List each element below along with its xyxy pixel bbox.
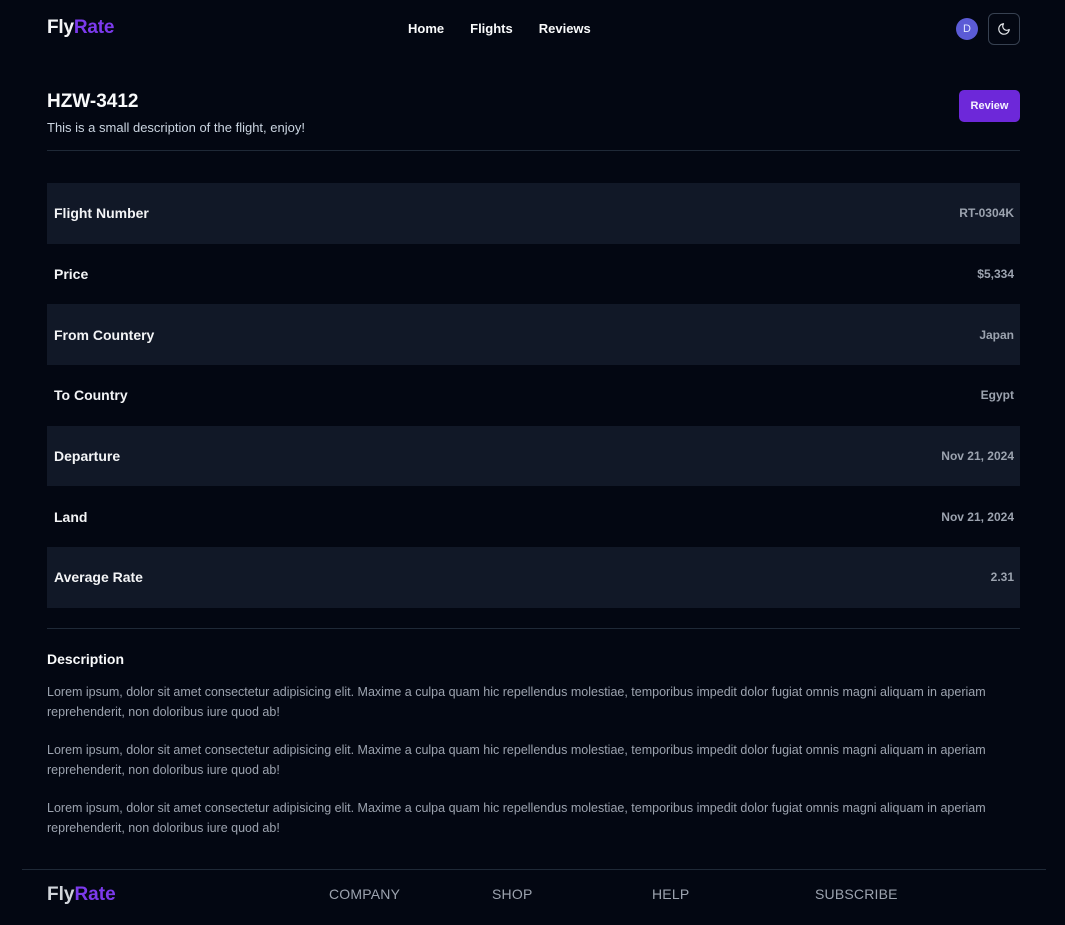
flight-details-table: Flight Number RT-0304K Price $5,334 From… — [47, 183, 1020, 608]
detail-value: Egypt — [980, 388, 1014, 403]
detail-label: Departure — [54, 448, 121, 465]
detail-row-flight-number: Flight Number RT-0304K — [47, 183, 1020, 244]
detail-value: $5,334 — [977, 267, 1014, 282]
flight-title: HZW-3412 — [47, 91, 139, 112]
footer-shop-link[interactable]: SHOP — [492, 886, 532, 902]
description-paragraph: Lorem ipsum, dolor sit amet consectetur … — [47, 743, 986, 777]
detail-label: To Country — [54, 387, 128, 404]
detail-label: Land — [54, 508, 88, 525]
details-divider — [47, 628, 1020, 629]
logo-fly: Fly — [47, 17, 74, 38]
footer-logo-fly: Fly — [47, 884, 75, 905]
detail-value: Nov 21, 2024 — [941, 509, 1014, 524]
detail-value: Nov 21, 2024 — [941, 449, 1014, 464]
detail-row-to-country: To Country Egypt — [47, 365, 1020, 426]
detail-label: Price — [54, 266, 89, 283]
detail-row-average-rate: Average Rate 2.31 — [47, 547, 1020, 608]
detail-label: From Countery — [54, 326, 155, 343]
description-heading: Description — [47, 651, 125, 667]
description-paragraph: Lorem ipsum, dolor sit amet consectetur … — [47, 801, 986, 835]
footer-logo[interactable]: FlyRate — [47, 884, 116, 906]
detail-label: Flight Number — [54, 205, 149, 222]
footer-help-link[interactable]: HELP — [652, 886, 689, 902]
nav-reviews-link[interactable]: Reviews — [539, 21, 591, 36]
title-divider — [47, 150, 1020, 151]
detail-row-from-country: From Countery Japan — [47, 304, 1020, 366]
footer-subscribe-link[interactable]: SUBSCRIBE — [815, 886, 898, 902]
footer-logo-rate: Rate — [74, 884, 116, 905]
theme-toggle-button[interactable] — [988, 13, 1020, 45]
user-avatar[interactable]: D — [956, 18, 978, 40]
footer-divider — [22, 869, 1046, 870]
nav-home-link[interactable]: Home — [408, 21, 444, 36]
detail-value: 2.31 — [990, 570, 1014, 585]
detail-value: Japan — [979, 327, 1014, 342]
top-navbar: FlyRate Home Flights Reviews D — [0, 0, 1065, 57]
description-paragraph: Lorem ipsum, dolor sit amet consectetur … — [47, 685, 986, 719]
main-nav: Home Flights Reviews — [408, 21, 617, 36]
detail-row-land: Land Nov 21, 2024 — [47, 486, 1020, 547]
logo-rate: Rate — [73, 17, 115, 38]
moon-icon — [998, 23, 1010, 35]
detail-label: Average Rate — [54, 569, 143, 586]
footer-company-link[interactable]: COMPANY — [329, 886, 400, 902]
flight-subtitle: This is a small description of the fligh… — [47, 120, 305, 135]
detail-row-departure: Departure Nov 21, 2024 — [47, 425, 1020, 487]
brand-logo[interactable]: FlyRate — [47, 17, 114, 39]
detail-row-price: Price $5,334 — [47, 244, 1020, 305]
page: FlyRate Home Flights Reviews D HZW-3412 … — [0, 0, 1065, 925]
nav-flights-link[interactable]: Flights — [470, 21, 513, 36]
detail-value: RT-0304K — [959, 206, 1014, 221]
review-button[interactable]: Review — [959, 90, 1020, 122]
